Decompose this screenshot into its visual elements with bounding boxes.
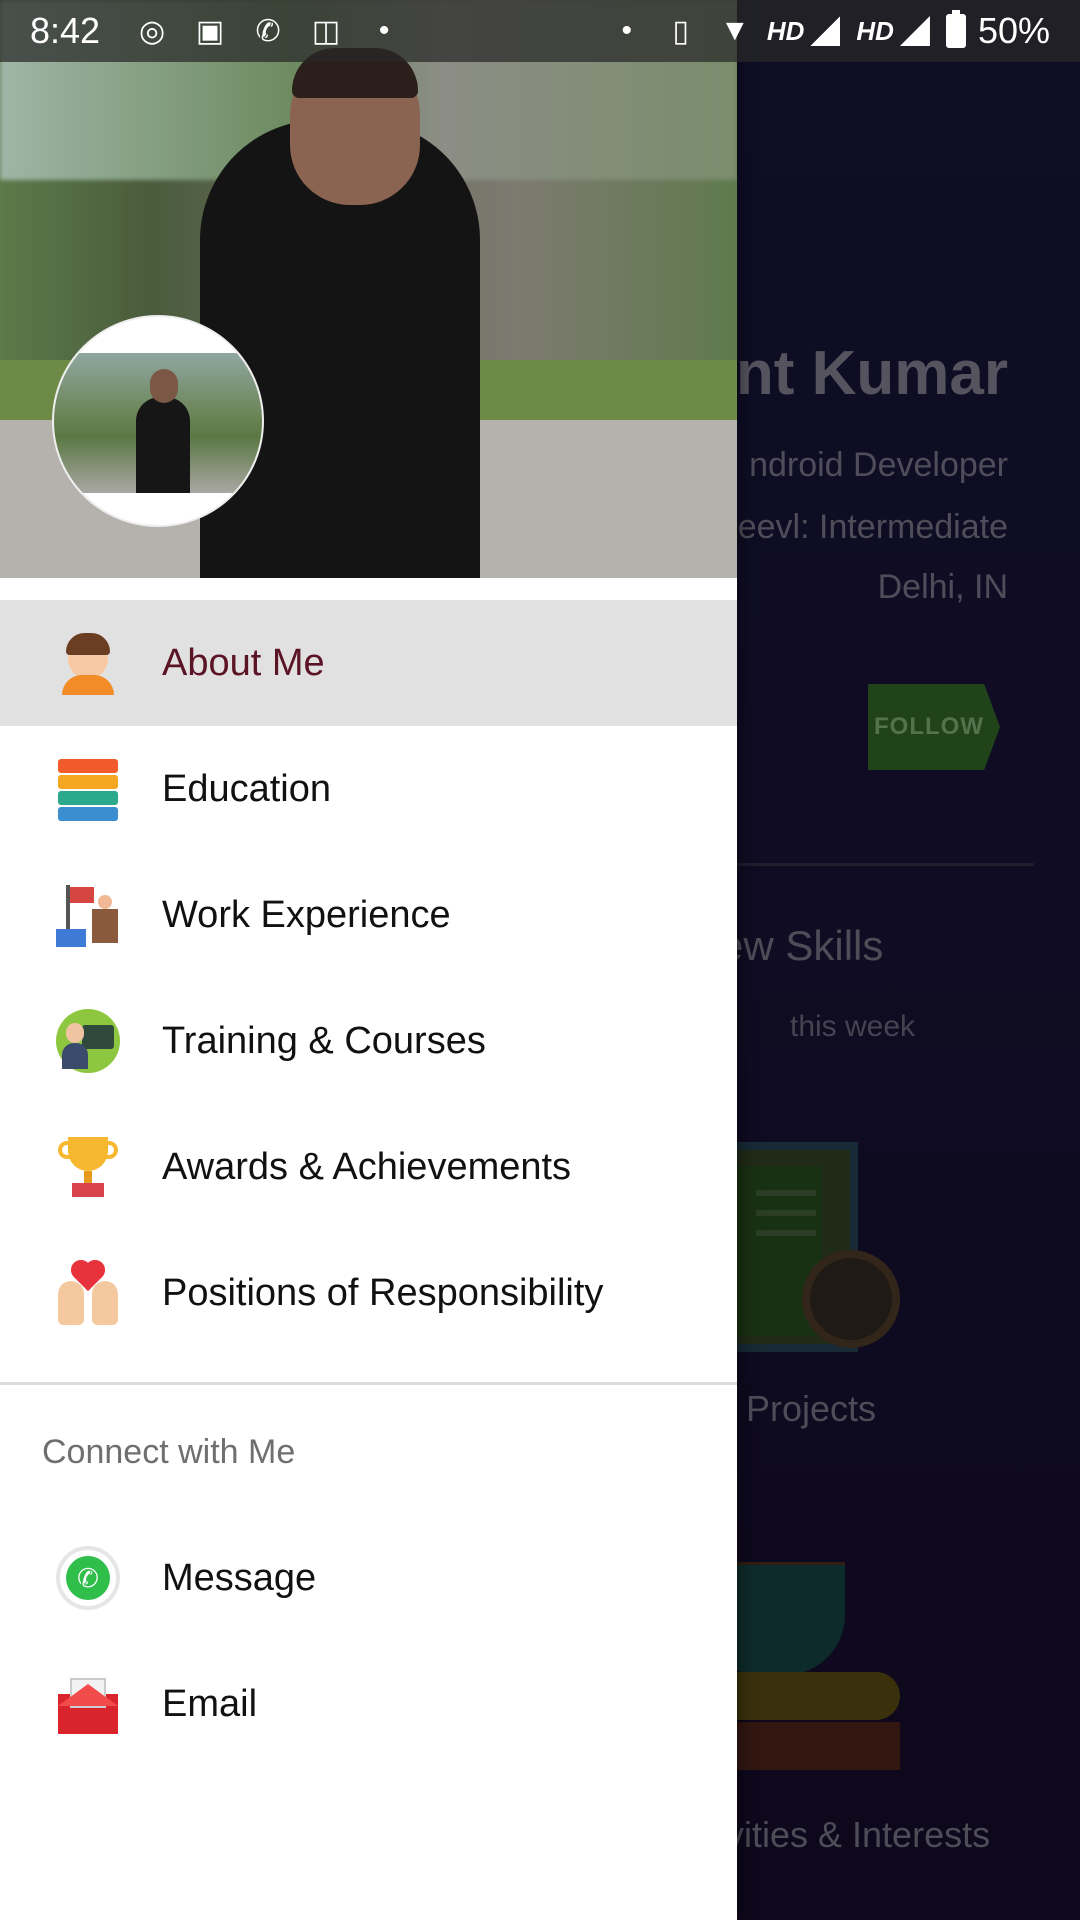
hd-label: HD [766,15,805,46]
work-desk-icon [56,883,120,947]
menu-item-message[interactable]: ✆ Message [0,1515,737,1641]
navigation-drawer: About Me Education Work Experience Train… [0,0,737,1920]
signal-icon [899,16,930,46]
menu-item-education[interactable]: Education [0,726,737,852]
menu-item-label: Awards & Achievements [162,1145,572,1188]
menu-item-training-courses[interactable]: Training & Courses [0,978,737,1104]
teacher-icon [56,1009,120,1073]
connect-list: ✆ Message Email [0,1507,737,1767]
connect-section-title: Connect with Me [42,1433,296,1471]
battery-percent: 50% [977,10,1050,51]
menu-item-email[interactable]: Email [0,1641,737,1767]
menu-item-label: About Me [162,641,325,684]
whatsapp-icon: ✆ [56,1546,120,1610]
drawer-menu: About Me Education Work Experience Train… [0,600,737,1767]
menu-item-positions-of-responsibility[interactable]: Positions of Responsibility [0,1230,737,1356]
instagram-icon: ◫ [311,14,341,48]
email-icon [56,1672,120,1736]
radio-icon: ◎ [138,14,166,48]
vibrate-icon: ▯ [672,14,690,48]
profile-avatar[interactable] [52,315,264,527]
drawer-header [0,0,737,578]
menu-item-label: Message [162,1556,317,1599]
image-icon: ▣ [195,14,225,48]
status-time: 8:42 [30,10,101,51]
helping-hands-icon [56,1261,120,1325]
books-icon [56,757,120,821]
menu-item-label: Training & Courses [162,1019,486,1062]
trophy-icon [56,1135,120,1199]
menu-item-label: Education [162,767,332,810]
menu-item-label: Email [162,1682,258,1725]
boy-avatar-icon [56,631,120,695]
dot-icon: • [378,14,390,47]
menu-item-work-experience[interactable]: Work Experience [0,852,737,978]
menu-item-label: Work Experience [162,893,451,936]
menu-item-about-me[interactable]: About Me [0,600,737,726]
status-right: • ▯ ▼ HD HD 50% [605,9,1050,53]
hd-label: HD [856,15,894,46]
menu-item-label: Positions of Responsibility [162,1271,604,1314]
signal-icon [810,16,841,46]
status-bar: 8:42 ◎ ▣ ✆ ◫ • • ▯ ▼ HD HD 50% [0,0,1080,62]
battery-icon [945,10,966,48]
wifi-icon: ▼ [719,14,750,47]
dot-icon: • [621,14,633,47]
whatsapp-icon: ✆ [255,14,281,48]
menu-item-awards-achievements[interactable]: Awards & Achievements [0,1104,737,1230]
